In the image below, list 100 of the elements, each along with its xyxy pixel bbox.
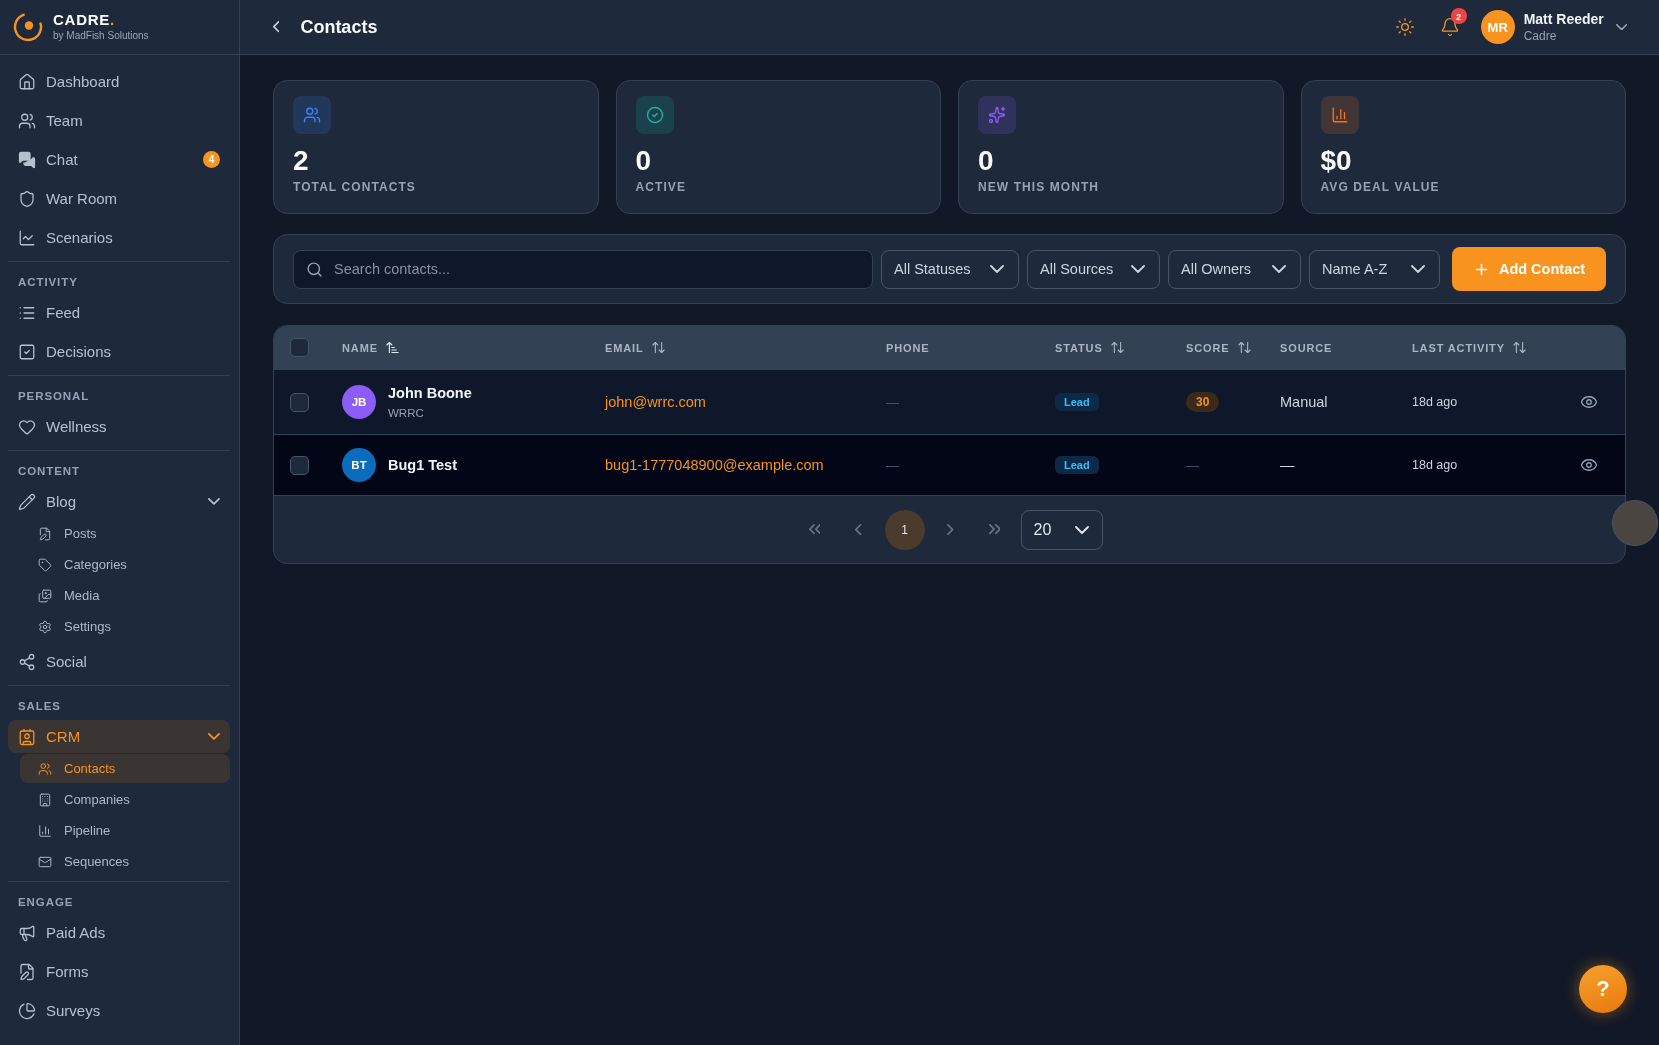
- nav-item[interactable]: Forms: [8, 955, 230, 988]
- nav-subitem[interactable]: Contacts: [20, 754, 230, 783]
- column-header[interactable]: NAME: [342, 341, 378, 354]
- column-header: SOURCE: [1280, 341, 1333, 354]
- nav-item[interactable]: Feed: [8, 296, 230, 329]
- sort-ascending-icon[interactable]: [384, 340, 400, 355]
- source-text: —: [1280, 457, 1295, 473]
- user-org: Cadre: [1523, 29, 1558, 43]
- megaphone-icon: [18, 923, 36, 942]
- chevron-down-icon[interactable]: [208, 733, 220, 740]
- up-down-arrows-icon[interactable]: [1511, 340, 1527, 355]
- share-icon: [18, 652, 36, 671]
- nav-item[interactable]: Dashboard: [8, 65, 230, 98]
- stat-label: NEW THIS MONTH: [978, 180, 1100, 194]
- nav-item[interactable]: Chat 4: [8, 143, 230, 176]
- eye-icon[interactable]: [1580, 393, 1598, 411]
- double-chevron-right-icon[interactable]: [988, 524, 1001, 535]
- filter-select[interactable]: Name A-Z: [1309, 249, 1440, 289]
- mail-icon: [38, 854, 52, 869]
- chevron-right-icon[interactable]: [947, 523, 954, 536]
- nav-item[interactable]: Decisions: [8, 335, 230, 368]
- filter-select[interactable]: All Statuses: [881, 249, 1019, 289]
- double-chevron-left-icon[interactable]: [808, 524, 821, 535]
- stat-value: $0: [1320, 145, 1352, 177]
- search-field[interactable]: Search contacts...: [293, 249, 873, 289]
- sun-icon[interactable]: [1394, 17, 1415, 37]
- phone-text: —: [886, 457, 899, 473]
- nav-item[interactable]: Team: [8, 104, 230, 137]
- checkbox[interactable]: [290, 338, 309, 357]
- page-button[interactable]: 1: [884, 509, 925, 550]
- nav-subitem[interactable]: Settings: [20, 612, 230, 641]
- table-row[interactable]: JB John Boone WRRC john@wrrc.com — Lead 30 Manual 18d ago: [274, 369, 1625, 434]
- filter-select[interactable]: All Owners: [1168, 249, 1301, 289]
- chevron-down-icon: [1131, 265, 1145, 273]
- nav-subitem[interactable]: Categories: [20, 550, 230, 579]
- document-pen-icon: [38, 526, 52, 541]
- column-header[interactable]: EMAIL: [605, 341, 644, 354]
- nav-item[interactable]: Social: [8, 645, 230, 678]
- nav-subitem[interactable]: Companies: [20, 785, 230, 814]
- chevron-down-icon: [990, 265, 1004, 273]
- status-badge: Lead: [1055, 393, 1099, 411]
- up-down-arrows-icon[interactable]: [1236, 340, 1252, 355]
- score-text: —: [1186, 457, 1199, 473]
- last-activity-text: 18d ago: [1412, 458, 1458, 472]
- nav-item[interactable]: Wellness: [8, 410, 230, 443]
- email-link[interactable]: bug1-1777048900@example.com: [605, 457, 824, 473]
- stat-label: TOTAL CONTACTS: [293, 180, 416, 194]
- search-icon: [306, 260, 323, 278]
- nav-item[interactable]: Scenarios: [8, 221, 230, 254]
- brand-tagline: by MadFish Solutions: [53, 30, 149, 42]
- document-pen-icon: [18, 962, 36, 981]
- nav-item[interactable]: CRM: [8, 720, 230, 753]
- back-chevron-icon[interactable]: [273, 21, 280, 33]
- nav-subitem[interactable]: Sequences: [20, 847, 230, 876]
- column-header[interactable]: STATUS: [1055, 341, 1103, 354]
- chevron-down-icon[interactable]: [208, 498, 220, 505]
- up-down-arrows-icon[interactable]: [1109, 340, 1125, 355]
- score-badge: 30: [1186, 392, 1220, 412]
- user-name: Matt Reeder: [1523, 11, 1604, 28]
- chevron-down-icon[interactable]: [1615, 23, 1627, 31]
- section-label: CONTENT: [17, 464, 82, 479]
- nav-item[interactable]: Surveys: [8, 994, 230, 1027]
- contact-name: John Boone: [388, 384, 472, 403]
- nav-item[interactable]: Paid Ads: [8, 916, 230, 949]
- column-header[interactable]: SCORE: [1186, 341, 1230, 354]
- building-icon: [38, 792, 52, 807]
- contact-company: WRRC: [388, 406, 425, 421]
- nav-subitem[interactable]: Posts: [20, 519, 230, 548]
- line-chart-icon: [18, 228, 36, 247]
- nav-item[interactable]: War Room: [8, 182, 230, 215]
- nav-subitem[interactable]: Media: [20, 581, 230, 610]
- status-badge: Lead: [1055, 456, 1099, 474]
- nav-subitem[interactable]: Pipeline: [20, 816, 230, 845]
- nav-item[interactable]: Blog: [8, 485, 230, 518]
- contact-name: Bug1 Test: [388, 456, 458, 475]
- section-label: PERSONAL: [17, 389, 91, 404]
- shield-icon: [18, 189, 36, 208]
- page-title: Contacts: [300, 16, 378, 38]
- column-header: PHONE: [886, 341, 930, 354]
- stat-label: AVG DEAL VALUE: [1320, 180, 1440, 194]
- email-link[interactable]: john@wrrc.com: [605, 394, 706, 410]
- up-down-arrows-icon[interactable]: [650, 340, 666, 355]
- eye-icon[interactable]: [1580, 456, 1598, 474]
- stat-value: 0: [978, 145, 994, 177]
- page-size-select[interactable]: 20: [1020, 509, 1103, 550]
- filter-select[interactable]: All Sources: [1027, 249, 1160, 289]
- column-header[interactable]: LAST ACTIVITY: [1412, 341, 1505, 354]
- chevron-down-icon: [1272, 265, 1286, 273]
- bar-chart-icon: [38, 823, 52, 838]
- chevron-down-icon: [1411, 265, 1425, 273]
- checked-square-icon: [18, 342, 36, 361]
- brand-name: CADRE.: [53, 12, 116, 28]
- checkbox[interactable]: [290, 455, 309, 475]
- table-row[interactable]: BT Bug1 Test bug1-1777048900@example.com — Lead — — 18d ago: [274, 434, 1625, 495]
- tag-icon: [38, 557, 52, 572]
- checkbox[interactable]: [290, 392, 309, 412]
- chevron-down-icon: [1074, 525, 1089, 534]
- images-icon: [38, 588, 52, 603]
- chevron-left-icon[interactable]: [855, 523, 862, 536]
- notification-badge: 2: [1450, 8, 1467, 24]
